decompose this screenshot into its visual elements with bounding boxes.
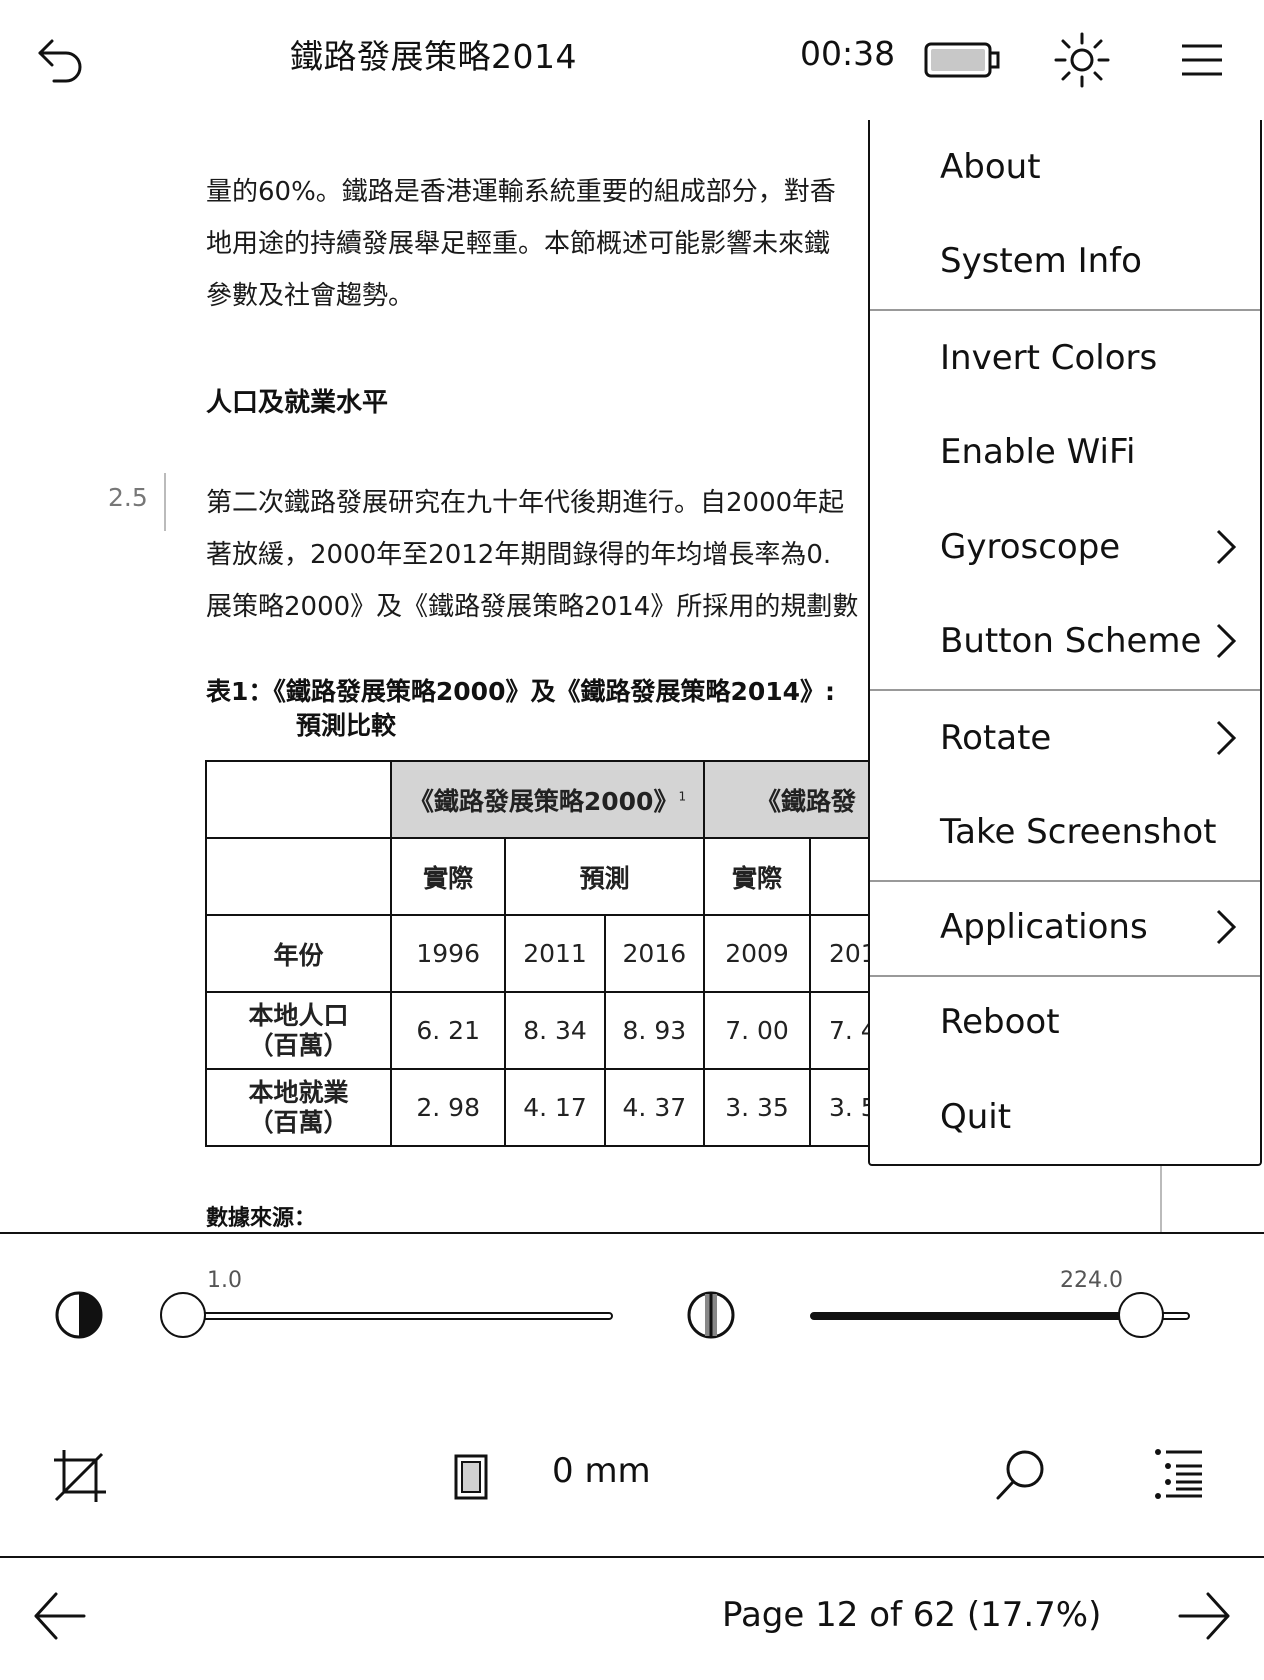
chevron-right-icon: [1216, 909, 1237, 945]
search-icon[interactable]: [994, 1448, 1046, 1506]
table-subheader: 實際: [389, 837, 507, 916]
page-navigation-bar: Page 12 of 62 (17.7%): [0, 1558, 1264, 1680]
paragraph-number: 2.5: [108, 483, 148, 512]
margin-value[interactable]: 0 mm: [552, 1451, 651, 1491]
next-page-arrow-icon[interactable]: [1176, 1588, 1232, 1648]
back-arrow-icon[interactable]: [30, 30, 90, 90]
text-line: 著放緩，2000年至2012年期間錄得的年均增長率為0.: [206, 540, 832, 570]
table-cell: 6. 21: [389, 991, 507, 1070]
top-bar: 鐵路發展策略2014 00:38: [0, 0, 1264, 122]
data-table: 《鐵路發展策略2000》1 《鐵路發 實際 預測 實際 年份 1996 2011…: [205, 760, 909, 1147]
menu-item-reboot[interactable]: Reboot: [870, 975, 1260, 1069]
menu-item-take-screenshot[interactable]: Take Screenshot: [870, 785, 1260, 879]
table-cell: 2016: [603, 914, 706, 993]
contrast-slider-handle[interactable]: [160, 1292, 206, 1338]
page-indicator[interactable]: Page 12 of 62 (17.7%): [722, 1595, 1101, 1635]
table-cell: 2. 98: [389, 1068, 507, 1147]
chevron-right-icon: [1216, 623, 1237, 659]
table-cell-empty: [205, 837, 392, 916]
table-subheader: 實際: [703, 837, 811, 916]
contrast-icon: [54, 1290, 104, 1344]
divider: [1160, 1160, 1162, 1232]
table-cell-empty: [205, 760, 392, 839]
table-caption-line2: 預測比較: [296, 711, 397, 740]
menu-item-button-scheme[interactable]: Button Scheme: [870, 594, 1260, 688]
gamma-value: 224.0: [1060, 1268, 1123, 1293]
table-cell: 3. 35: [703, 1068, 811, 1147]
table-row-header: 本地就業 （百萬）: [205, 1068, 392, 1147]
bottom-toolbar: 0 mm: [0, 1396, 1264, 1558]
table-cell: 4. 37: [603, 1068, 706, 1147]
gamma-slider-handle[interactable]: [1118, 1292, 1164, 1338]
contrast-slider-track[interactable]: [188, 1312, 613, 1320]
menu-item-quit[interactable]: Quit: [870, 1070, 1260, 1164]
contrast-gamma-panel: 1.0 224.0: [0, 1232, 1264, 1398]
menu-item-about[interactable]: About: [870, 120, 1260, 214]
main-menu: About System Info Invert Colors Enable W…: [868, 120, 1262, 1166]
margin-icon[interactable]: [454, 1454, 488, 1504]
table-cell: 2011: [504, 914, 606, 993]
chevron-right-icon: [1216, 720, 1237, 756]
table-cell: 1996: [389, 914, 507, 993]
table-cell: 4. 17: [504, 1068, 606, 1147]
gamma-icon: [686, 1290, 736, 1344]
menu-item-system-info[interactable]: System Info: [870, 214, 1260, 308]
crop-icon[interactable]: [52, 1448, 108, 1508]
table-of-contents-icon[interactable]: [1152, 1446, 1208, 1506]
text-line: 第二次鐵路發展研究在九十年代後期進行。自2000年起: [206, 488, 845, 518]
gamma-slider-fill: [812, 1314, 1142, 1318]
clock: 00:38: [800, 34, 896, 73]
table-group-header: 《鐵路發展策略2000》1: [390, 760, 705, 839]
table-cell: 8. 34: [504, 991, 606, 1070]
frontlight-sun-icon[interactable]: [1052, 30, 1112, 90]
menu-item-gyroscope[interactable]: Gyroscope: [870, 500, 1260, 594]
text-line: 地用途的持續發展舉足輕重。本節概述可能影響未來鐵: [206, 229, 831, 259]
data-source-label: 數據來源：: [206, 1206, 317, 1231]
battery-icon: [924, 40, 1002, 80]
table-cell: 7. 00: [703, 991, 811, 1070]
menu-item-applications[interactable]: Applications: [870, 880, 1260, 974]
paragraph-number-divider: [164, 473, 166, 531]
section-heading: 人口及就業水平: [206, 388, 389, 418]
hamburger-menu-icon[interactable]: [1178, 36, 1226, 84]
previous-page-arrow-icon[interactable]: [32, 1588, 88, 1648]
table-caption: 表1：《鐵路發展策略2000》及《鐵路發展策略2014》:: [206, 677, 836, 706]
menu-item-invert-colors[interactable]: Invert Colors: [870, 311, 1260, 405]
text-line: 量的60%。鐵路是香港運輸系統重要的組成部分，對香: [206, 177, 836, 207]
chevron-right-icon: [1216, 529, 1237, 565]
text-line: 展策略2000》及《鐵路發展策略2014》所採用的規劃數: [206, 592, 859, 622]
text-line: 參數及社會趨勢。: [206, 281, 415, 311]
contrast-value: 1.0: [207, 1268, 242, 1293]
menu-item-rotate[interactable]: Rotate: [870, 691, 1260, 785]
table-subheader: 預測: [504, 837, 705, 916]
book-title: 鐵路發展策略2014: [290, 37, 577, 76]
table-row-header: 年份: [205, 914, 392, 993]
menu-item-enable-wifi[interactable]: Enable WiFi: [870, 405, 1260, 499]
table-cell: 8. 93: [603, 991, 706, 1070]
table-row-header: 本地人口 （百萬）: [205, 991, 392, 1070]
table-cell: 2009: [703, 914, 811, 993]
